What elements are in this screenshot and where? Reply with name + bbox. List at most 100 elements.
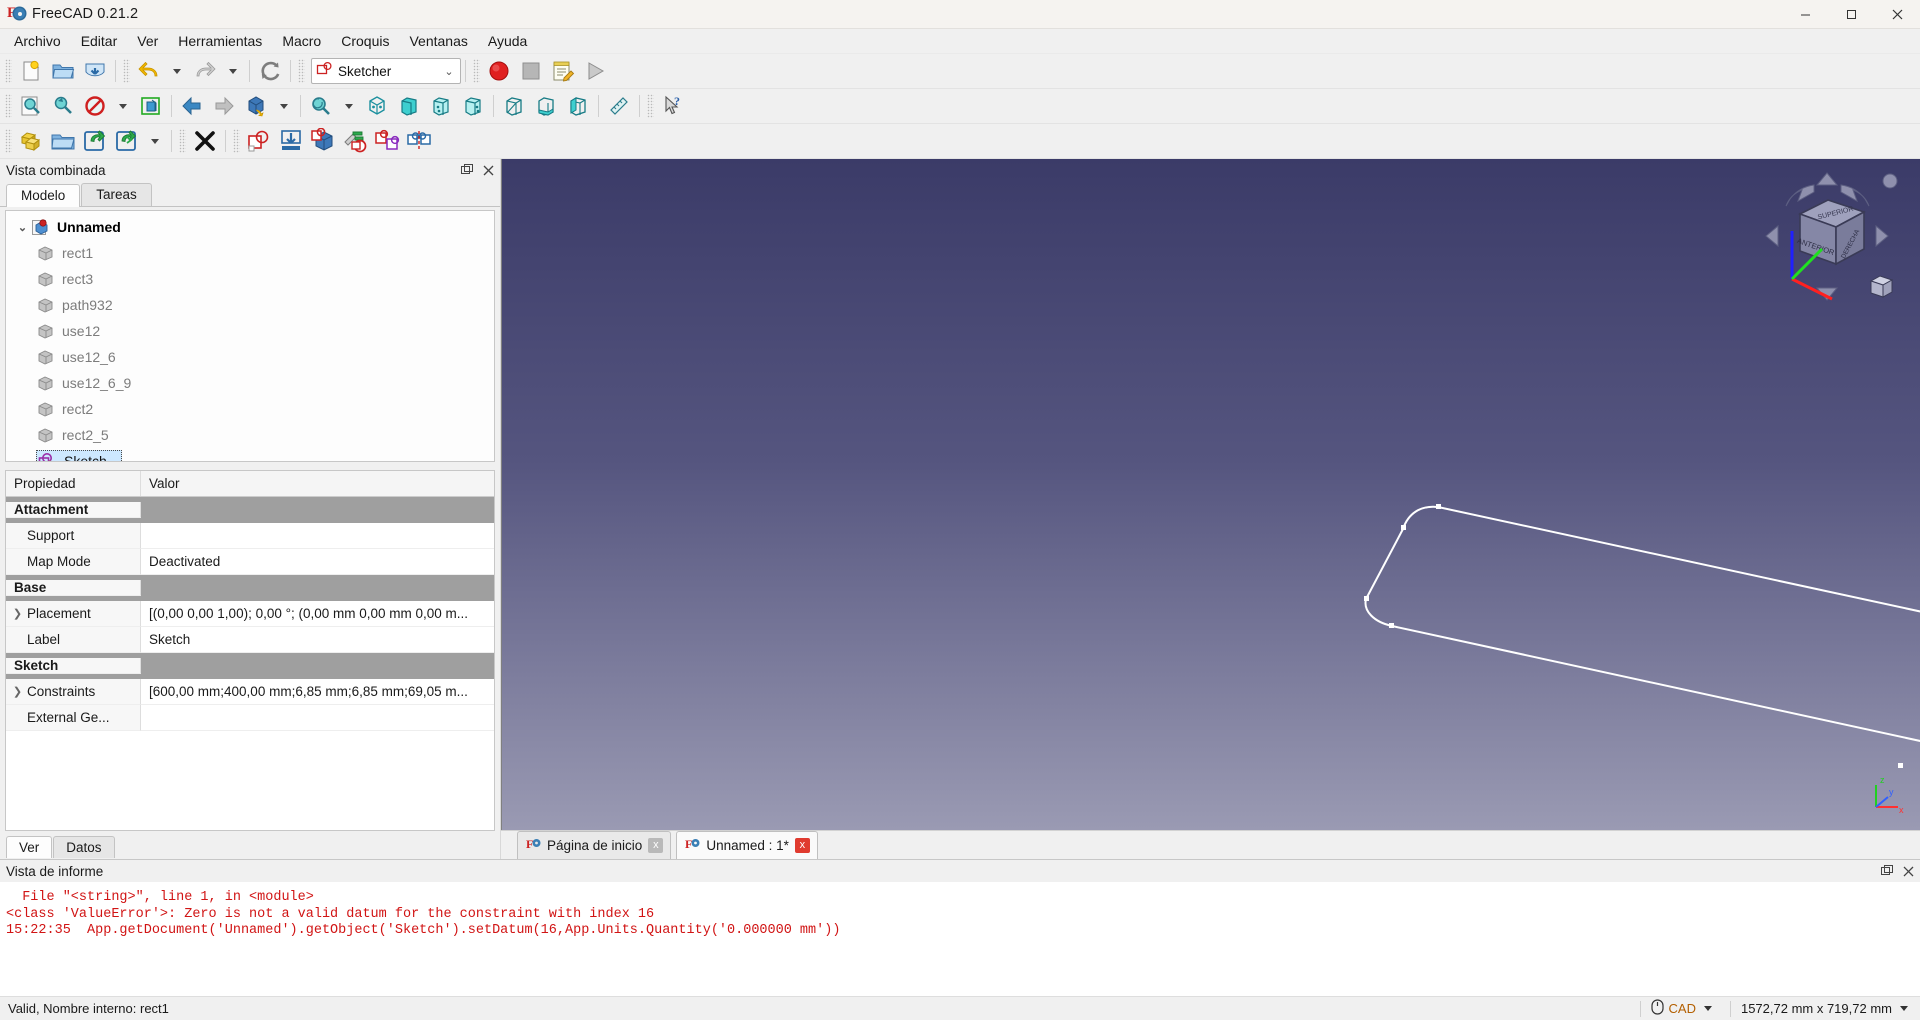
- property-value[interactable]: Deactivated: [141, 549, 494, 575]
- sketch-attach-dropdown-button[interactable]: [143, 126, 167, 156]
- menu-macro[interactable]: Macro: [272, 30, 331, 53]
- doc-tab-unnamed[interactable]: F Unnamed : 1* x: [676, 831, 818, 859]
- measure-button[interactable]: [603, 91, 635, 121]
- report-view-text[interactable]: File "<string>", line 1, in <module> <cl…: [0, 882, 1920, 996]
- property-row-support[interactable]: Support: [6, 523, 494, 549]
- open-document-button[interactable]: [47, 56, 79, 86]
- tab-ver[interactable]: Ver: [6, 835, 53, 858]
- isometric-view-button[interactable]: [361, 91, 393, 121]
- property-value[interactable]: Sketch: [141, 627, 494, 653]
- axonometric-dropdown-button[interactable]: [272, 91, 296, 121]
- left-view-button[interactable]: [562, 91, 594, 121]
- chevron-right-icon[interactable]: ❯: [9, 607, 26, 620]
- doc-tab-close-button[interactable]: x: [648, 837, 664, 853]
- macro-execute-button[interactable]: [579, 56, 611, 86]
- tree-item-rect2-5[interactable]: rect2_5: [6, 422, 494, 448]
- property-group-sketch[interactable]: Sketch: [6, 653, 494, 679]
- property-group-base[interactable]: Base: [6, 575, 494, 601]
- edit-sketch-button[interactable]: [47, 126, 79, 156]
- map-sketch-button[interactable]: [307, 126, 339, 156]
- maximize-button[interactable]: [1828, 0, 1874, 29]
- macro-record-button[interactable]: [483, 56, 515, 86]
- workbench-selector[interactable]: Sketcher ⌄: [311, 58, 461, 84]
- attach-sketch-button[interactable]: [79, 126, 111, 156]
- tree-item-rect2[interactable]: rect2: [6, 396, 494, 422]
- tree-item-path932[interactable]: path932: [6, 292, 494, 318]
- property-value[interactable]: [600,00 mm;400,00 mm;6,85 mm;6,85 mm;69,…: [141, 679, 494, 705]
- tab-datos[interactable]: Datos: [53, 835, 115, 858]
- refresh-button[interactable]: [254, 56, 286, 86]
- minimize-button[interactable]: [1782, 0, 1828, 29]
- property-value[interactable]: [(0,00 0,00 1,00); 0,00 °; (0,00 mm 0,00…: [141, 601, 494, 627]
- axonometric-view-button[interactable]: [240, 91, 272, 121]
- reorient-sketch-button[interactable]: [111, 126, 143, 156]
- navigation-cube[interactable]: SUPERIOR ANTERIOR DERECHA: [1760, 169, 1910, 314]
- view-section-button[interactable]: [275, 126, 307, 156]
- tree-item-use12-6[interactable]: use12_6: [6, 344, 494, 370]
- toolbar-grip[interactable]: [123, 59, 130, 83]
- dimension-readout[interactable]: 1572,72 mm x 719,72 mm: [1741, 1001, 1920, 1016]
- draw-style-button[interactable]: [79, 91, 111, 121]
- redo-dropdown-button[interactable]: [221, 56, 245, 86]
- float-report-button[interactable]: [1878, 862, 1896, 880]
- property-group-attachment[interactable]: Attachment: [6, 497, 494, 523]
- menu-ayuda[interactable]: Ayuda: [478, 30, 537, 53]
- tree-node-unnamed[interactable]: ⌄ Unnamed: [6, 214, 494, 240]
- toolbar-grip[interactable]: [5, 59, 12, 83]
- toolbar-grip[interactable]: [5, 129, 12, 153]
- float-panel-button[interactable]: [458, 161, 476, 179]
- property-value[interactable]: [141, 523, 494, 549]
- toolbar-grip[interactable]: [473, 59, 480, 83]
- close-panel-button[interactable]: [479, 161, 497, 179]
- navigation-style-selector[interactable]: CAD: [1650, 999, 1720, 1018]
- view-back-button[interactable]: [176, 91, 208, 121]
- property-value[interactable]: [141, 705, 494, 731]
- fit-selection-button[interactable]: [47, 91, 79, 121]
- merge-sketches-button[interactable]: [371, 126, 403, 156]
- toolbar-grip[interactable]: [5, 94, 12, 118]
- menu-archivo[interactable]: Archivo: [4, 30, 71, 53]
- close-report-button[interactable]: [1899, 862, 1917, 880]
- tree-item-sketch[interactable]: Sketch: [6, 448, 494, 461]
- property-row-external-geometry[interactable]: External Ge...: [6, 705, 494, 731]
- tree-item-rect3[interactable]: rect3: [6, 266, 494, 292]
- tree-item-use12-6-9[interactable]: use12_6_9: [6, 370, 494, 396]
- toolbar-grip[interactable]: [647, 94, 654, 118]
- redo-button[interactable]: [189, 56, 221, 86]
- tab-modelo[interactable]: Modelo: [6, 184, 81, 207]
- menu-ver[interactable]: Ver: [127, 30, 168, 53]
- view-sketch-button[interactable]: [243, 126, 275, 156]
- property-row-placement[interactable]: ❯ Placement [(0,00 0,00 1,00); 0,00 °; (0…: [6, 601, 494, 627]
- chevron-right-icon[interactable]: ❯: [9, 685, 26, 698]
- tab-tareas[interactable]: Tareas: [81, 183, 152, 206]
- sketch-geometry[interactable]: [502, 159, 1920, 779]
- fit-all-button[interactable]: [15, 91, 47, 121]
- menu-croquis[interactable]: Croquis: [331, 30, 399, 53]
- property-row-map-mode[interactable]: Map Mode Deactivated: [6, 549, 494, 575]
- view-forward-button[interactable]: [208, 91, 240, 121]
- undo-button[interactable]: [133, 56, 165, 86]
- front-view-button[interactable]: [393, 91, 425, 121]
- create-sketch-button[interactable]: [15, 126, 47, 156]
- close-button[interactable]: [1874, 0, 1920, 29]
- undo-dropdown-button[interactable]: [165, 56, 189, 86]
- validate-sketch-button[interactable]: [339, 126, 371, 156]
- 3d-viewport[interactable]: SUPERIOR ANTERIOR DERECHA z y x: [501, 159, 1920, 830]
- mirror-sketch-button[interactable]: [403, 126, 435, 156]
- chevron-down-icon[interactable]: ⌄: [14, 221, 31, 234]
- top-view-button[interactable]: [425, 91, 457, 121]
- new-document-button[interactable]: [15, 56, 47, 86]
- zoom-dropdown-button[interactable]: [337, 91, 361, 121]
- property-row-constraints[interactable]: ❯ Constraints [600,00 mm;400,00 mm;6,85 m…: [6, 679, 494, 705]
- property-row-label[interactable]: Label Sketch: [6, 627, 494, 653]
- toolbar-grip[interactable]: [233, 129, 240, 153]
- leave-sketch-button[interactable]: [189, 126, 221, 156]
- doc-tab-start-page[interactable]: F Página de inicio x: [517, 831, 672, 859]
- menu-ventanas[interactable]: Ventanas: [399, 30, 477, 53]
- save-document-button[interactable]: [79, 56, 111, 86]
- model-tree[interactable]: ⌄ Unnamed rect1 rect3 path932 use12 use1…: [5, 210, 495, 462]
- bounding-box-button[interactable]: [135, 91, 167, 121]
- tree-item-rect1[interactable]: rect1: [6, 240, 494, 266]
- tree-item-use12[interactable]: use12: [6, 318, 494, 344]
- macro-edit-button[interactable]: [547, 56, 579, 86]
